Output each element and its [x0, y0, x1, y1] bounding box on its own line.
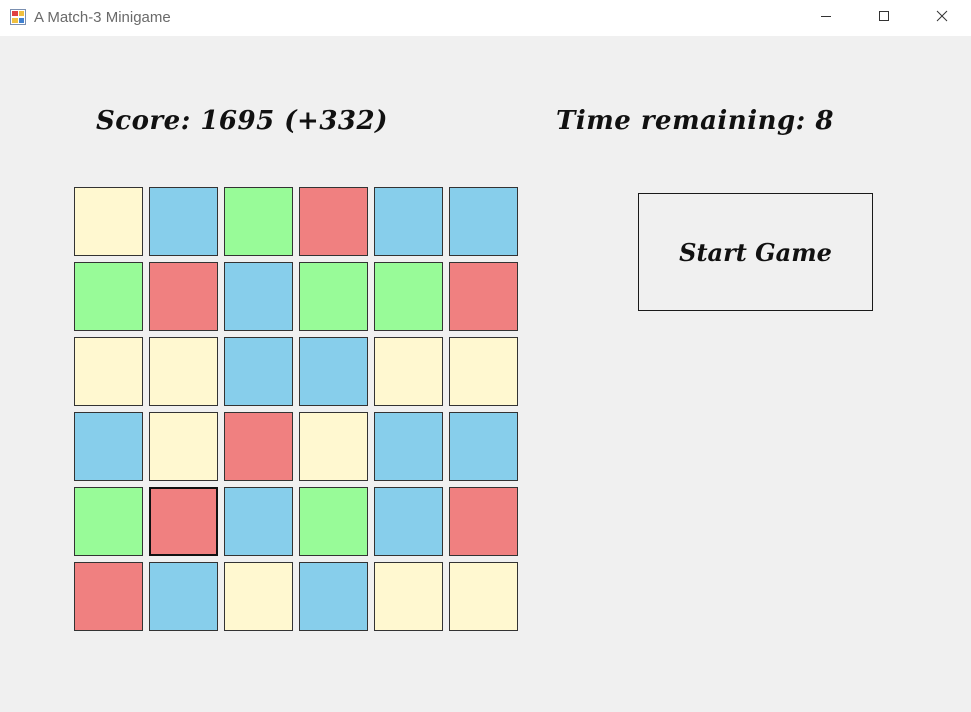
maximize-icon — [878, 9, 890, 27]
minimize-button[interactable] — [803, 0, 849, 36]
time-remaining-label: Time remaining: 8 — [556, 106, 834, 136]
tile-green[interactable] — [299, 262, 368, 331]
tile-yellow[interactable] — [149, 412, 218, 481]
tile-blue[interactable] — [224, 262, 293, 331]
tile-green[interactable] — [224, 187, 293, 256]
tile-red[interactable] — [74, 562, 143, 631]
start-game-label: Start Game — [679, 237, 832, 267]
tile-yellow[interactable] — [449, 562, 518, 631]
tile-green[interactable] — [299, 487, 368, 556]
tile-blue[interactable] — [299, 562, 368, 631]
tile-red[interactable] — [449, 487, 518, 556]
tile-blue[interactable] — [374, 187, 443, 256]
tile-yellow[interactable] — [374, 337, 443, 406]
minimize-icon — [820, 9, 832, 27]
score-label: Score: 1695 (+332) — [96, 106, 388, 136]
app-icon — [10, 9, 26, 25]
tile-yellow[interactable] — [74, 187, 143, 256]
tile-red[interactable] — [224, 412, 293, 481]
start-game-button[interactable]: Start Game — [638, 193, 873, 311]
tile-green[interactable] — [74, 262, 143, 331]
tile-yellow[interactable] — [149, 337, 218, 406]
tile-blue[interactable] — [449, 187, 518, 256]
maximize-button[interactable] — [861, 0, 907, 36]
tile-blue[interactable] — [449, 412, 518, 481]
tile-blue[interactable] — [224, 487, 293, 556]
tile-green[interactable] — [374, 262, 443, 331]
tile-blue[interactable] — [74, 412, 143, 481]
tile-blue[interactable] — [374, 487, 443, 556]
tile-yellow[interactable] — [449, 337, 518, 406]
app-window: A Match-3 Minigame Score: 1695 (+332) Ti… — [0, 0, 971, 712]
tile-red[interactable] — [149, 262, 218, 331]
tile-blue[interactable] — [374, 412, 443, 481]
game-board — [74, 187, 518, 631]
tile-yellow[interactable] — [224, 562, 293, 631]
close-button[interactable] — [919, 0, 965, 36]
tile-red[interactable] — [149, 487, 218, 556]
tile-red[interactable] — [299, 187, 368, 256]
title-bar[interactable]: A Match-3 Minigame — [0, 0, 971, 36]
tile-yellow[interactable] — [374, 562, 443, 631]
tile-green[interactable] — [74, 487, 143, 556]
tile-blue[interactable] — [149, 187, 218, 256]
tile-blue[interactable] — [299, 337, 368, 406]
game-area: Score: 1695 (+332) Time remaining: 8 Sta… — [0, 36, 971, 712]
tile-blue[interactable] — [224, 337, 293, 406]
tile-blue[interactable] — [149, 562, 218, 631]
window-title: A Match-3 Minigame — [34, 9, 171, 26]
close-icon — [936, 9, 948, 27]
tile-red[interactable] — [449, 262, 518, 331]
tile-yellow[interactable] — [74, 337, 143, 406]
tile-yellow[interactable] — [299, 412, 368, 481]
